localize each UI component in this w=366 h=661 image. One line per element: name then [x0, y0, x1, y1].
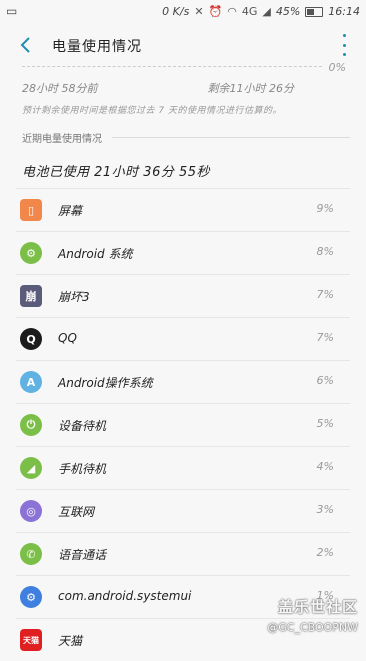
- phone-call-icon: ✆: [20, 543, 42, 565]
- battery-used-duration: 电池已使用 21小时 36分 55秒: [22, 165, 211, 180]
- network-type: 4G: [241, 5, 258, 18]
- app-bar: 电量使用情况: [0, 24, 366, 66]
- signal-strength-icon: ◢: [262, 5, 271, 18]
- app-percent: 7%: [316, 288, 334, 301]
- app-row-device-idle[interactable]: ⏻ 设备待机 5%: [16, 403, 350, 446]
- section-divider: [112, 137, 350, 138]
- app-usage-list: ▯ 屏幕 9% ⚙ Android 系统 8% 崩 崩坏3 7% Q QQ 7%…: [0, 188, 366, 661]
- app-row-phone-idle[interactable]: ◢ 手机待机 4%: [16, 446, 350, 489]
- app-percent: 7%: [316, 331, 334, 344]
- app-row-voice-call[interactable]: ✆ 语音通话 2%: [16, 532, 350, 575]
- graph-zero-label: 0%: [328, 61, 346, 74]
- app-row-internet[interactable]: ◎ 互联网 3%: [16, 489, 350, 532]
- qq-penguin-icon: Q: [20, 328, 42, 350]
- app-name: 设备待机: [58, 419, 107, 433]
- app-name: 屏幕: [58, 204, 83, 218]
- app-row-qq[interactable]: Q QQ 7%: [16, 317, 350, 360]
- watermark-title: 盖乐世社区: [277, 598, 358, 616]
- gear-icon: ⚙: [20, 242, 42, 264]
- estimate-note: 预计剩余使用时间是根据您过去 7 天的使用情况进行估算的。: [22, 106, 282, 116]
- app-percent: 9%: [316, 202, 334, 215]
- app-percent: 3%: [316, 503, 334, 516]
- wifi-icon: ◠: [227, 5, 237, 18]
- tmall-icon: 天猫: [20, 629, 42, 651]
- notification-icon: ▭: [6, 4, 18, 18]
- app-percent: 6%: [316, 374, 334, 387]
- app-row-honkai3[interactable]: 崩 崩坏3 7%: [16, 274, 350, 317]
- graph-time-remaining: 剩余11小时 26分: [207, 82, 295, 95]
- section-header: 近期电量使用情况: [22, 134, 102, 145]
- status-indicators: 0 K/s ✕ ⏰ ◠ 4G ◢ 45% 16:14: [162, 5, 360, 18]
- battery-level-fill: [307, 8, 314, 15]
- app-percent: 5%: [316, 417, 334, 430]
- more-dot-icon: [342, 34, 346, 37]
- honkai-game-icon: 崩: [20, 285, 42, 307]
- app-name: 手机待机: [58, 462, 107, 476]
- app-name: 崩坏3: [58, 290, 90, 304]
- app-name: 互联网: [58, 505, 95, 519]
- battery-percent: 45%: [275, 5, 301, 18]
- clock: 16:14: [328, 5, 360, 18]
- app-name: 天猫: [58, 634, 83, 648]
- watermark-user: @GC_CBOOPNW: [267, 621, 358, 634]
- page-title: 电量使用情况: [52, 39, 142, 55]
- status-bar: ▭ 0 K/s ✕ ⏰ ◠ 4G ◢ 45% 16:14: [0, 0, 366, 24]
- alarm-icon: ⏰: [208, 5, 223, 18]
- app-name: com.android.systemui: [58, 589, 192, 603]
- battery-icon: [305, 6, 324, 17]
- community-watermark: 盖乐世社区 @GC_CBOOPNW: [267, 596, 358, 634]
- android-robot-icon: A: [20, 371, 42, 393]
- more-options-button[interactable]: [340, 34, 348, 56]
- app-percent: 4%: [316, 460, 334, 473]
- app-name: Android 系统: [58, 247, 133, 261]
- usage-graph-baseline: [22, 66, 322, 73]
- screen-icon: ▯: [20, 199, 42, 221]
- back-arrow-icon: [20, 37, 30, 53]
- mute-icon: ✕: [194, 5, 204, 18]
- app-name: Android操作系统: [58, 376, 153, 390]
- settings-gear-icon: ⚙: [20, 586, 42, 608]
- internet-browser-icon: ◎: [20, 500, 42, 522]
- more-dot-icon: [342, 53, 346, 56]
- power-icon: ⏻: [20, 414, 42, 436]
- signal-icon: ◢: [20, 457, 42, 479]
- graph-time-elapsed: 28小时 58分前: [22, 82, 98, 95]
- app-name: QQ: [58, 331, 77, 345]
- app-percent: 8%: [316, 245, 334, 258]
- app-row-screen[interactable]: ▯ 屏幕 9%: [16, 188, 350, 231]
- app-row-android-system[interactable]: ⚙ Android 系统 8%: [16, 231, 350, 274]
- app-percent: 2%: [316, 546, 334, 559]
- more-dot-icon: [342, 43, 346, 47]
- back-button[interactable]: [12, 32, 38, 58]
- network-speed: 0 K/s: [162, 5, 190, 18]
- app-name: 语音通话: [58, 548, 107, 562]
- app-row-android-os[interactable]: A Android操作系统 6%: [16, 360, 350, 403]
